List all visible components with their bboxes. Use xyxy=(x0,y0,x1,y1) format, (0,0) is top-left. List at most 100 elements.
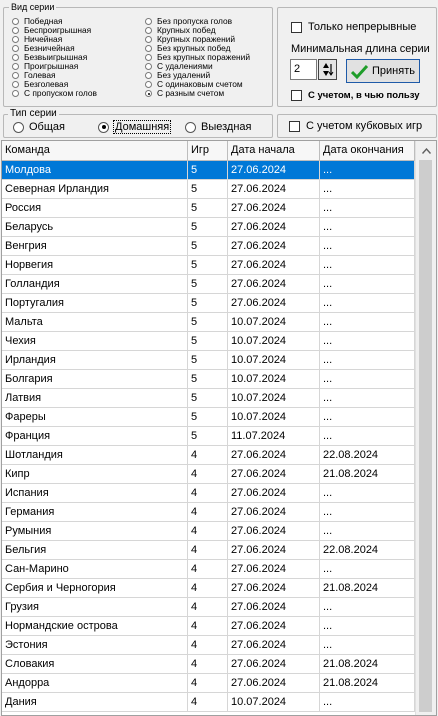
table-row[interactable]: Дания 4 10.07.2024... xyxy=(2,693,415,712)
table-row[interactable]: Шотландия 4 27.06.2024 22.08.2024 xyxy=(2,446,415,465)
min-length-spin[interactable]: 2 xyxy=(290,59,338,80)
apply-button[interactable]: Принять xyxy=(346,59,420,83)
table-row[interactable]: Бельгия 4 27.06.2024 22.08.2024 xyxy=(2,541,415,560)
scroll-up-arrow-icon[interactable] xyxy=(416,142,436,159)
cell-team: Кипр xyxy=(2,465,188,483)
cell-games: 5 xyxy=(188,237,228,255)
series-type-radio[interactable] xyxy=(145,54,152,61)
table-row[interactable]: Сан-Марино 4 27.06.2024... xyxy=(2,560,415,579)
column-header-start-date[interactable]: Дата начала xyxy=(228,141,320,160)
series-type-radio[interactable] xyxy=(12,27,19,34)
series-type-radio[interactable] xyxy=(145,72,152,79)
table-header: Команда Игр Дата начала Дата окончания xyxy=(2,141,415,161)
cell-team: Фареры xyxy=(2,408,188,426)
kind-radio-away[interactable] xyxy=(185,121,196,133)
cell-games: 4 xyxy=(188,674,228,692)
scrollbar-thumb[interactable] xyxy=(419,160,432,712)
table-row[interactable]: Франция 5 11.07.2024... xyxy=(2,427,415,446)
column-header-games[interactable]: Игр xyxy=(188,141,228,160)
in-favor-checkbox[interactable] xyxy=(291,90,302,101)
table-row[interactable]: Германия 4 27.06.2024... xyxy=(2,503,415,522)
kind-option-away[interactable]: Выездная xyxy=(185,121,252,133)
cell-end-date: 21.08.2024 xyxy=(320,655,415,673)
cell-start-date: 27.06.2024 xyxy=(228,294,320,312)
cell-games: 5 xyxy=(188,218,228,236)
series-type-radio[interactable] xyxy=(12,36,19,43)
cell-end-date: 21.08.2024 xyxy=(320,465,415,483)
series-type-radio[interactable] xyxy=(145,45,152,52)
cell-start-date: 11.07.2024 xyxy=(228,427,320,445)
table-row[interactable]: Румыния 4 27.06.2024... xyxy=(2,522,415,541)
cell-end-date: ... xyxy=(320,313,415,331)
cell-team: Болгария xyxy=(2,370,188,388)
cell-start-date: 27.06.2024 xyxy=(228,161,320,179)
cell-end-date: ... xyxy=(320,693,415,711)
table-row[interactable]: Испания 4 27.06.2024... xyxy=(2,484,415,503)
series-type-radio[interactable] xyxy=(12,72,19,79)
table-row[interactable]: Нормандские острова 4 27.06.2024... xyxy=(2,617,415,636)
table-row[interactable]: Голландия 5 27.06.2024... xyxy=(2,275,415,294)
cell-games: 5 xyxy=(188,427,228,445)
kind-option-general[interactable]: Общая xyxy=(13,121,65,133)
cell-games: 4 xyxy=(188,693,228,711)
vertical-scrollbar[interactable] xyxy=(415,141,436,715)
cell-end-date: ... xyxy=(320,332,415,350)
series-type-radio[interactable] xyxy=(12,54,19,61)
series-type-radio[interactable] xyxy=(12,18,19,25)
kind-radio-general[interactable] xyxy=(13,121,24,133)
continuous-only-checkbox[interactable] xyxy=(291,21,302,33)
cup-games-checkbox[interactable] xyxy=(289,120,300,132)
table-row[interactable]: Венгрия 5 27.06.2024... xyxy=(2,237,415,256)
cell-start-date: 27.06.2024 xyxy=(228,579,320,597)
continuous-only-label: Только непрерывные xyxy=(308,21,417,33)
cell-team: Молдова xyxy=(2,161,188,179)
min-length-input[interactable]: 2 xyxy=(290,59,317,80)
series-type-radio[interactable] xyxy=(145,18,152,25)
series-type-radio[interactable] xyxy=(145,36,152,43)
series-type-option[interactable]: С разным счетом xyxy=(145,89,250,98)
column-header-team[interactable]: Команда xyxy=(2,141,188,160)
column-header-end-date[interactable]: Дата окончания xyxy=(320,141,415,160)
table-row[interactable]: Андорра 4 27.06.2024 21.08.2024 xyxy=(2,674,415,693)
kind-radio-home[interactable] xyxy=(98,121,109,133)
table-row[interactable]: Фареры 5 10.07.2024... xyxy=(2,408,415,427)
table-row[interactable]: Сербия и Черногория 4 27.06.2024 21.08.2024 xyxy=(2,579,415,598)
series-type-radio[interactable] xyxy=(12,90,19,97)
series-table: Команда Игр Дата начала Дата окончания М… xyxy=(1,140,437,716)
table-row[interactable]: Россия 5 27.06.2024... xyxy=(2,199,415,218)
table-row[interactable]: Северная Ирландия 5 27.06.2024... xyxy=(2,180,415,199)
series-type-radio[interactable] xyxy=(12,81,19,88)
table-row[interactable]: Беларусь 5 27.06.2024... xyxy=(2,218,415,237)
spin-updown-icon[interactable] xyxy=(318,59,337,80)
series-type-radio[interactable] xyxy=(12,45,19,52)
series-type-option[interactable]: С пропуском голов xyxy=(12,89,97,98)
in-favor-option[interactable]: С учетом, в чью пользу xyxy=(291,90,435,101)
cup-games-option[interactable]: С учетом кубковых игр xyxy=(289,120,422,132)
table-row[interactable]: Норвегия 5 27.06.2024... xyxy=(2,256,415,275)
series-type-radio[interactable] xyxy=(145,27,152,34)
table-row[interactable]: Кипр 4 27.06.2024 21.08.2024 xyxy=(2,465,415,484)
table-row[interactable]: Латвия 5 10.07.2024... xyxy=(2,389,415,408)
table-row[interactable]: Португалия 5 27.06.2024... xyxy=(2,294,415,313)
cell-start-date: 10.07.2024 xyxy=(228,389,320,407)
table-row[interactable]: Молдова 5 27.06.2024... xyxy=(2,161,415,180)
table-row[interactable]: Ирландия 5 10.07.2024... xyxy=(2,351,415,370)
cell-team: Эстония xyxy=(2,636,188,654)
series-type-radio[interactable] xyxy=(145,90,152,97)
cell-end-date: ... xyxy=(320,351,415,369)
cell-end-date: 22.08.2024 xyxy=(320,446,415,464)
kind-option-home[interactable]: Домашняя xyxy=(98,120,172,134)
series-type-radio[interactable] xyxy=(12,63,19,70)
table-row[interactable]: Болгария 5 10.07.2024... xyxy=(2,370,415,389)
cell-games: 4 xyxy=(188,522,228,540)
table-row[interactable]: Словакия 4 27.06.2024 21.08.2024 xyxy=(2,655,415,674)
cell-end-date: ... xyxy=(320,218,415,236)
continuous-only-option[interactable]: Только непрерывные xyxy=(291,21,416,33)
table-row[interactable]: Чехия 5 10.07.2024... xyxy=(2,332,415,351)
table-row[interactable]: Эстония 4 27.06.2024... xyxy=(2,636,415,655)
series-type-radio[interactable] xyxy=(145,63,152,70)
cell-start-date: 27.06.2024 xyxy=(228,655,320,673)
table-row[interactable]: Мальта 5 10.07.2024... xyxy=(2,313,415,332)
table-row[interactable]: Грузия 4 27.06.2024... xyxy=(2,598,415,617)
series-type-radio[interactable] xyxy=(145,81,152,88)
